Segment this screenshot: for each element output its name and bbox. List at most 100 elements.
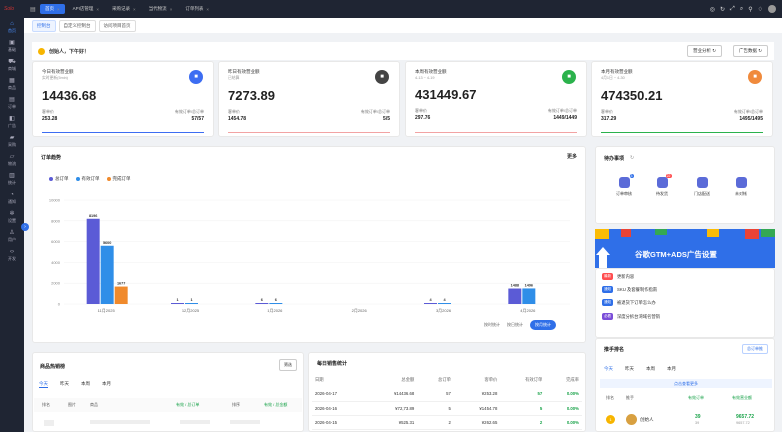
rank-sort-button[interactable]: 总订单推 — [742, 344, 768, 354]
avatar[interactable] — [768, 5, 776, 13]
refresh-icon[interactable]: ↻ — [630, 155, 634, 161]
x-tick-label: 2月2026 — [352, 308, 368, 313]
user-icon: ♙ — [9, 230, 15, 236]
sidebar-item-home[interactable]: ⌂ 首页 — [0, 18, 24, 37]
fullscreen-icon[interactable]: ⤢ — [730, 6, 735, 13]
sidebar-item-logistics[interactable]: ▱ 物流 — [0, 151, 24, 170]
legend-total[interactable]: 总订单 — [49, 176, 69, 182]
rank-tab-week[interactable]: 本周 — [646, 366, 655, 372]
van-icon: ▱ — [9, 154, 15, 160]
order-trend-title: 订单趋势 — [41, 155, 62, 161]
tab-month[interactable]: 本月 — [102, 381, 111, 388]
sidebar-item-settings[interactable]: ✲ 设置 — [0, 208, 24, 227]
stat-card-yesterday: 昨日有效营业额 已结算 7273.89 客单价 1454.78 有效订单/总订单 5/5… — [218, 61, 400, 137]
sidebar-item-notify[interactable]: ◔ 通知 — [0, 189, 24, 208]
news-item[interactable]: 最新 更新内容 — [602, 273, 634, 280]
x-tick-label: 3月2026 — [436, 308, 452, 313]
news-item[interactable]: 必看 深度分拆台湾域名营销 — [602, 313, 660, 320]
rank-tab-month[interactable]: 本月 — [667, 366, 676, 372]
gear-icon: ✲ — [9, 211, 15, 217]
stat-value: 474350.21 — [601, 88, 663, 103]
link-icon[interactable]: ⚲ — [748, 6, 752, 13]
tab-custom-console[interactable]: 自定义控制台 — [58, 19, 96, 32]
bag-icon: ■ — [189, 70, 203, 84]
target-icon[interactable]: ◎ — [710, 6, 715, 13]
bell-icon[interactable]: ♢ — [758, 6, 763, 13]
tab-home[interactable]: 首页 × — [40, 4, 65, 14]
gtm-ads-banner[interactable]: 谷歌GTM+ADS广告设置 — [595, 229, 775, 268]
sidebar-item-user[interactable]: ♙ 用户 — [0, 227, 24, 246]
refresh-icon[interactable]: ↻ — [720, 6, 725, 13]
y-tick-label: 2000 — [51, 281, 61, 286]
data-label: 1677 — [117, 282, 125, 286]
by-hour-button[interactable]: 按时统计 — [484, 322, 500, 328]
table-row: 2026-04-17 ¥14436.68 57 ¥253.28 57 0.00% — [312, 387, 582, 402]
tab-purchase[interactable]: 采购记录 × — [107, 4, 141, 14]
rank-tab-yesterday[interactable]: 昨天 — [625, 366, 634, 372]
tab-today[interactable]: 今天 — [39, 381, 48, 388]
tab-logistics[interactable]: 当代物流 × — [144, 4, 178, 14]
chart-legend: 总订单 有效订单 完成订单 — [49, 176, 131, 182]
biz-analysis-button[interactable]: 营业分析 ↻ — [686, 45, 722, 57]
tab-api-store[interactable]: API店管理 × — [68, 4, 104, 14]
filter-button[interactable]: 筛选 — [279, 359, 297, 371]
by-day-button[interactable]: 按日统计 — [507, 322, 523, 328]
bar-1 — [522, 288, 536, 304]
rank-tab-today[interactable]: 今天 — [604, 366, 613, 372]
by-month-button[interactable]: 按月统计 — [530, 320, 556, 330]
y-tick-label: 8000 — [51, 218, 61, 223]
x-tick-label: 11月2025 — [98, 308, 116, 313]
tab-yesterday[interactable]: 昨天 — [60, 381, 69, 388]
sidebar-item-purchase[interactable]: ▰ 采购 — [0, 132, 24, 151]
tab-week[interactable]: 本周 — [81, 381, 90, 388]
news-item[interactable]: 通知 SKU 及套餐制作指南 — [602, 286, 657, 293]
bar-1 — [185, 303, 198, 304]
smile-icon — [38, 47, 45, 55]
coin-icon: ■ — [748, 70, 762, 84]
search-icon[interactable]: ⌕ — [740, 6, 743, 13]
todo-store-delivery[interactable]: 门店配送 — [694, 177, 710, 197]
sidebar-item-base[interactable]: ▣ 基础 — [0, 37, 24, 56]
news-item[interactable]: 通知 被退货下订单怎么办 — [602, 299, 656, 306]
todo-unreconciled[interactable]: 未对帐 — [733, 177, 749, 197]
legend-complete[interactable]: 完成订单 — [106, 176, 131, 182]
tab-project-home[interactable]: 访问项目首页 — [98, 19, 136, 32]
sidebar-item-stats[interactable]: ▥ 统计 — [0, 170, 24, 189]
y-tick-label: 6000 — [51, 239, 61, 244]
stat-card-month: 本月有效营业额 4月1日 ~ 4-30 474350.21 客单价 317.29 有效… — [591, 61, 773, 137]
x-tick-label: 1月2026 — [267, 308, 283, 313]
tab-console[interactable]: 控制台 — [32, 19, 56, 32]
sidebar-item-mall[interactable]: ⛟ 商城 — [0, 56, 24, 75]
rank-more-link[interactable]: 点击查看更多 — [600, 379, 772, 388]
sidebar-item-dev[interactable]: ‹› 开发 — [0, 246, 24, 265]
todo-order-review[interactable]: 3 订单审核 — [616, 174, 634, 197]
data-label: 1496 — [525, 283, 533, 287]
data-label: 6 — [275, 298, 277, 302]
order-trend-chart: 0 2000 4000 6000 8000 10000 11月2025 8196 5600 167… — [49, 198, 570, 313]
hot-sales-tabs: 今天 昨天 本周 本月 — [39, 381, 111, 388]
stat-card-today: 今日有效营业额 实时更新(5min) 14436.68 客单价 253.28 有效订单… — [32, 61, 214, 137]
truck-icon: ▰ — [9, 135, 15, 141]
x-tick-label: 12月2025 — [182, 308, 200, 313]
data-label: 1488 — [511, 284, 519, 288]
sidebar-item-ads[interactable]: ◧ 广告 — [0, 113, 24, 132]
ad-data-button[interactable]: 广告数据 ↻ — [732, 45, 768, 57]
legend-valid[interactable]: 有效订单 — [75, 176, 100, 182]
tab-orders[interactable]: 订单列表 × — [180, 4, 214, 14]
order-trend-more-link[interactable]: 更多 — [567, 153, 577, 160]
data-label: 8196 — [89, 214, 97, 218]
data-label: 4 — [429, 298, 432, 302]
avatar — [626, 414, 637, 425]
promoter-rank-panel: 推手排名 总订单推 今天 昨天 本周 本月 点击查看更多 排名 推手 有效订单 … — [595, 338, 775, 432]
sidebar-item-orders[interactable]: ▤ 订单 — [0, 94, 24, 113]
data-label: 5600 — [103, 241, 111, 245]
greeting-text: 创始人，下午好！ — [49, 48, 90, 55]
sidebar-item-goods[interactable]: ▦ 商品 — [0, 75, 24, 94]
bar-1 — [269, 303, 283, 304]
todo-pending-ship[interactable]: 22 待发货 — [654, 174, 672, 197]
sidebar-collapse-button[interactable]: › — [21, 223, 29, 231]
table-row: 2026-04-15 ¥525.31 2 ¥262.65 2 0.00% — [312, 415, 582, 430]
menu-icon[interactable]: ▤ — [30, 6, 40, 13]
hot-sales-title: 商品热销榜 — [40, 364, 66, 370]
bell-icon: ◔ — [10, 192, 14, 198]
